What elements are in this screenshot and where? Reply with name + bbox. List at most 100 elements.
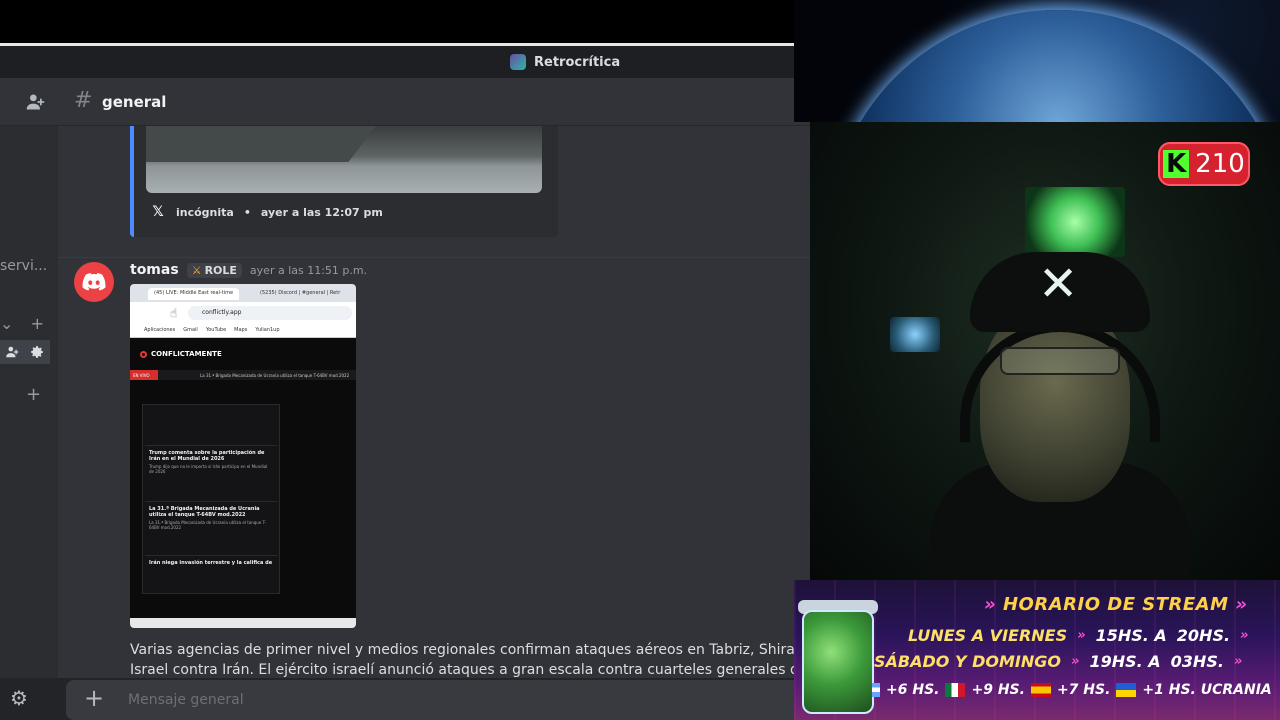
role-label: ROLE (204, 263, 237, 277)
embed-image[interactable] (146, 126, 542, 193)
background-monitor (890, 317, 940, 352)
bookmark-item: Gmail (183, 327, 198, 333)
ticker-text: La 31.ª Brigada Mecanizada de Ucrania ut… (200, 373, 350, 378)
tz-offset: +6 HS. (886, 682, 940, 698)
x-logo-icon: 𝕏 (152, 204, 164, 220)
bookmark-item: Maps (234, 327, 248, 333)
sidebar-channel-partial[interactable]: servi... (0, 258, 47, 274)
bottom-bar: ⚙ + (0, 678, 810, 720)
news-card: Trump comenta sobre la participación de … (145, 445, 277, 478)
news-card-title: Irán niega invasión terrestre y la calif… (149, 560, 273, 566)
tz-offset: +1 HS. UCRANIA (1142, 682, 1272, 698)
message-header: tomas ⚔ ROLE ayer a las 11:51 p.m. (130, 262, 367, 278)
taskbar (130, 618, 356, 628)
news-ticker: EN VIVO La 31.ª Brigada Mecanizada de Uc… (130, 370, 356, 380)
tz-offset: +9 HS. (971, 682, 1025, 698)
schedule-from: 19HS. A (1089, 652, 1161, 671)
sidebar-selected-channel[interactable] (0, 340, 50, 364)
message-input[interactable] (128, 690, 688, 710)
schedule-day: LUNES A VIERNES (908, 626, 1068, 645)
avatar[interactable] (74, 262, 114, 302)
username[interactable]: tomas (130, 262, 179, 278)
chevron-down-icon[interactable]: ⌄ (0, 314, 13, 333)
message-composer: + (66, 680, 810, 720)
kick-viewer-count: 210 (1195, 149, 1245, 179)
kick-logo-icon: K (1163, 150, 1190, 178)
ukraine-flag-icon (1116, 683, 1137, 697)
schedule-day: SÁBADO Y DOMINGO (874, 652, 1061, 671)
chevron-right-icon: » (1235, 594, 1248, 615)
planet-frame (794, 0, 1280, 122)
bookmark-item: Aplicaciones (144, 327, 176, 333)
schedule-to: 03HS. (1170, 652, 1224, 671)
invite-member-icon[interactable] (5, 345, 19, 359)
jar-graphic (802, 610, 874, 714)
attach-plus-icon[interactable]: + (84, 684, 104, 712)
double-chevron-icon: » (1070, 654, 1080, 669)
brand-logo-icon (140, 350, 147, 358)
double-chevron-icon: » (1240, 628, 1249, 643)
hashtag-icon: # (74, 88, 93, 113)
embed-footer: 𝕏 incógnita • ayer a las 12:07 pm (150, 204, 383, 220)
role-badge[interactable]: ⚔ ROLE (186, 262, 242, 278)
channel-sidebar: servi... ⌄ + + (0, 78, 58, 678)
channel-name: general (102, 93, 167, 111)
kick-viewer-badge: K 210 (1158, 142, 1250, 186)
channel-header: # general (0, 78, 810, 126)
embed-timestamp: ayer a las 12:07 pm (260, 205, 383, 219)
bookmark-item: Yulian1up (255, 327, 280, 333)
glasses (1000, 347, 1120, 375)
browser-tab: (5235) Discord | #general | Retr (254, 288, 347, 300)
message-line: Israel contra Irán. El ejército israelí … (130, 662, 794, 678)
ship-silhouette (146, 126, 376, 162)
server-icon (510, 54, 526, 70)
spain-flag-icon (1030, 683, 1051, 697)
add-server-icon[interactable]: + (26, 384, 41, 405)
browser-url: conflictly.app (188, 306, 352, 320)
schedule-from: 15HS. A (1095, 626, 1167, 645)
gear-icon[interactable] (29, 344, 45, 360)
browser-url-bar: conflictly.app (130, 302, 356, 324)
headset (960, 322, 1160, 442)
double-chevron-icon: » (1233, 654, 1243, 669)
chevron-right-icon: » (984, 594, 997, 615)
brand-name: CONFLICTAMENTE (151, 350, 222, 358)
message-divider (58, 257, 810, 258)
embed-separator: • (243, 205, 251, 219)
tz-offset: +7 HS. (1056, 682, 1111, 698)
title-bar: Retrocrítica (0, 46, 810, 78)
stream-schedule-panel: » HORARIO DE STREAM » LUNES A VIERNES » … (794, 580, 1280, 720)
mexico-flag-icon (945, 683, 966, 697)
news-panel: Trump comenta sobre la participación de … (142, 404, 280, 594)
schedule-row: LUNES A VIERNES » 15HS. A 20HS. » (908, 626, 1280, 645)
embed-author: incógnita (176, 205, 234, 219)
settings-gear-icon[interactable]: ⚙ (10, 686, 28, 710)
webcam-feed: ✕ (810, 122, 1280, 580)
add-channel-icon[interactable]: + (31, 314, 44, 333)
double-chevron-icon: » (1077, 628, 1086, 643)
browser-tab: (45) LIVE: Middle East real-time (148, 288, 240, 300)
black-top-strip (0, 0, 794, 44)
timezone-row: +6 HS. +9 HS. +7 HS. +1 HS. UCRANIA (872, 682, 1280, 698)
add-friend-icon[interactable] (24, 92, 46, 112)
message-content: Varias agencias de primer nivel y medios… (130, 640, 794, 678)
message-line: Varias agencias de primer nivel y medios… (130, 642, 794, 658)
cap-logo: ✕ (1038, 256, 1079, 312)
discord-logo-icon (82, 273, 106, 291)
planet-image (828, 10, 1280, 122)
news-card: La 31.ª Brigada Mecanizada de Ucrania ut… (145, 501, 277, 534)
image-attachment[interactable]: (45) LIVE: Middle East real-time (5235) … (130, 284, 356, 628)
sword-icon: ⚔ (191, 263, 202, 277)
browser-tabs: (45) LIVE: Middle East real-time (5235) … (130, 284, 356, 302)
live-badge: EN VIVO (130, 370, 158, 380)
news-card-title: Trump comenta sobre la participación de … (149, 450, 265, 462)
news-card-body: Trump dijo que no le importa si Irán par… (149, 464, 268, 474)
sidebar-category-row[interactable]: ⌄ + (0, 314, 44, 333)
cursor-icon: ☝ (170, 306, 178, 320)
bookmarks-bar: Aplicaciones Gmail YouTube Maps Yulian1u… (130, 324, 356, 338)
radar-screen (1025, 187, 1125, 257)
news-card-body: La 31.ª Brigada Mecanizada de Ucrania ut… (149, 520, 267, 530)
schedule-to: 20HS. (1176, 626, 1231, 645)
link-embed[interactable]: 𝕏 incógnita • ayer a las 12:07 pm (130, 126, 558, 237)
schedule-title: » HORARIO DE STREAM » (984, 594, 1248, 615)
